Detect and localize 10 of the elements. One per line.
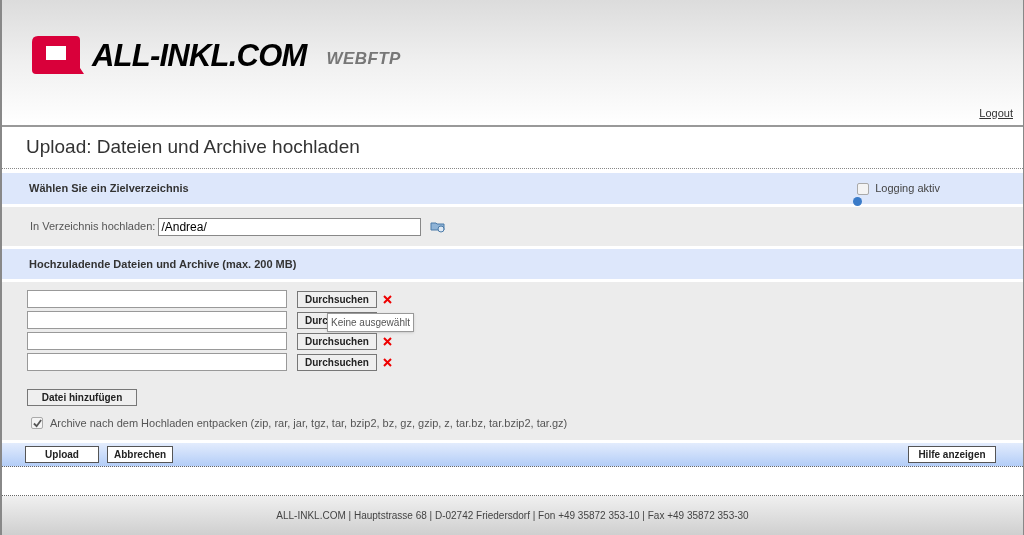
- brand-logo-text: ALL-INKL.COM: [92, 37, 307, 75]
- page-title: Upload: Dateien und Archive hochladen: [26, 135, 360, 160]
- section-heading: Wählen Sie ein Zielverzeichnis: [29, 181, 189, 197]
- footer-text: ALL-INKL.COM | Hauptstrasse 68 | D-02742 Friedersdorf | Fon +49 35872 353-10 | Fax +49 35872 353-30: [276, 509, 749, 523]
- logging-label: Logging aktiv: [875, 181, 940, 197]
- directory-label: In Verzeichnis hochladen:: [30, 219, 156, 235]
- product-name: WEBFTP: [326, 47, 401, 70]
- tooltip: Keine ausgewählt: [327, 313, 414, 332]
- extract-label: Archive nach dem Hochladen entpacken (zip, rar, jar, tgz, tar, bzip2, bz, gz, gzip, z, tar.bz, tar.bzip2, tar.gz): [50, 416, 568, 431]
- section-heading: Hochzuladende Dateien und Archive (max. 200 MB): [29, 256, 297, 272]
